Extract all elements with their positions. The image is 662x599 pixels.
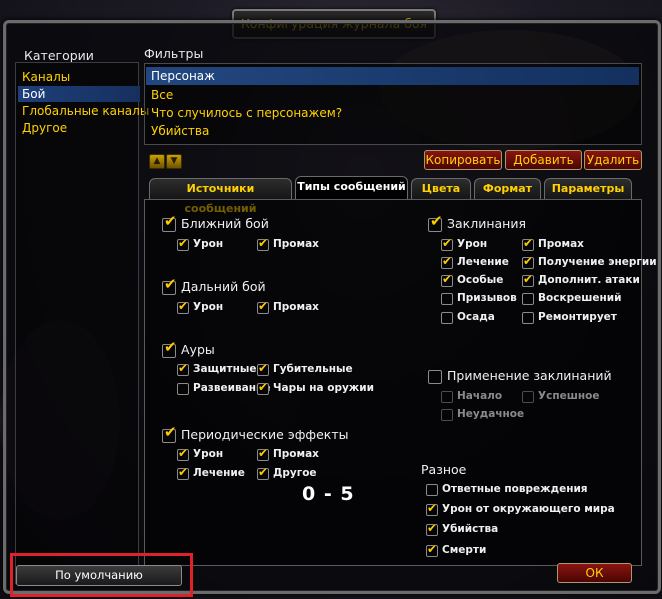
- ranged-miss-checkbox[interactable]: ✔: [257, 299, 269, 314]
- ranged-damage-checkbox[interactable]: ✔: [177, 299, 189, 314]
- auras-harmful-checkbox[interactable]: ✔: [257, 361, 269, 376]
- spells-energize-checkbox[interactable]: ✔: [522, 254, 534, 269]
- auras-weapon-enchant-label: Чары на оружии: [273, 382, 374, 394]
- tab-colors[interactable]: Цвета: [411, 178, 471, 199]
- ranged-damage-label: Урон: [193, 301, 224, 313]
- spells-siege-label: Осада: [457, 311, 495, 323]
- periodic-miss-label: Промах: [273, 448, 319, 460]
- filter-what-happened[interactable]: Что случилось с персонажем?: [151, 104, 342, 122]
- move-up-arrow-icon[interactable]: ▲: [149, 154, 165, 169]
- spells-siege-checkbox[interactable]: [441, 312, 453, 324]
- auras-dispel-checkbox[interactable]: [177, 383, 189, 395]
- melee-damage-label: Урон: [193, 238, 224, 250]
- spells-repairs-checkbox[interactable]: [522, 312, 534, 324]
- copy-button[interactable]: Копировать: [424, 150, 502, 170]
- tab-settings[interactable]: Параметры: [544, 178, 632, 199]
- spells-header: Заклинания: [447, 216, 526, 231]
- spells-miss-checkbox[interactable]: ✔: [522, 236, 534, 251]
- auras-weapon-enchant-checkbox[interactable]: ✔: [257, 380, 269, 395]
- periodic-healing-label: Лечение: [193, 467, 245, 479]
- move-down-arrow-icon[interactable]: ▼: [166, 154, 182, 169]
- spells-miss-label: Промах: [538, 238, 584, 250]
- spells-special-label: Особые: [457, 274, 504, 286]
- auras-header: Ауры: [181, 342, 215, 357]
- misc-kills-checkbox[interactable]: ✔: [426, 521, 438, 536]
- highlight-box: [10, 553, 193, 597]
- misc-kills-label: Убийства: [442, 523, 499, 535]
- spell-casting-success-checkbox[interactable]: [522, 391, 534, 403]
- tab-format[interactable]: Формат: [474, 178, 541, 199]
- spells-checkbox[interactable]: ✔: [428, 214, 443, 232]
- spells-repairs-label: Ремонтирует: [538, 311, 617, 323]
- spell-casting-start-label: Начало: [457, 390, 503, 402]
- periodic-other-label: Другое: [273, 467, 317, 479]
- spell-casting-failed-checkbox[interactable]: [441, 409, 453, 421]
- filters-list: Персонаж Все Что случилось с персонажем?…: [144, 63, 642, 145]
- tab-message-sources[interactable]: Источники сообщений: [149, 178, 292, 215]
- spells-summons-label: Призывов: [457, 292, 517, 304]
- category-other[interactable]: Другое: [22, 120, 67, 136]
- melee-checkbox[interactable]: ✔: [162, 214, 177, 232]
- ranged-miss-label: Промах: [273, 301, 319, 313]
- misc-environmental-checkbox[interactable]: ✔: [426, 501, 438, 516]
- spells-resurrects-checkbox[interactable]: [522, 293, 534, 305]
- add-button[interactable]: Добавить: [505, 150, 582, 170]
- melee-damage-checkbox[interactable]: ✔: [177, 236, 189, 251]
- melee-miss-label: Промах: [273, 238, 319, 250]
- category-channels[interactable]: Каналы: [22, 69, 70, 85]
- spells-energize-label: Получение энергии: [538, 256, 657, 268]
- periodic-miss-checkbox[interactable]: ✔: [257, 446, 269, 461]
- periodic-header: Периодические эффекты: [181, 427, 349, 442]
- misc-damage-shield-checkbox[interactable]: [426, 484, 438, 496]
- spells-summons-checkbox[interactable]: [441, 293, 453, 305]
- ranged-header: Дальний бой: [181, 279, 266, 294]
- auras-harmful-label: Губительные: [273, 363, 353, 375]
- spells-healing-checkbox[interactable]: ✔: [441, 254, 453, 269]
- spells-damage-checkbox[interactable]: ✔: [441, 236, 453, 251]
- periodic-checkbox[interactable]: ✔: [162, 425, 177, 443]
- spells-resurrects-label: Воскрешений: [538, 292, 622, 304]
- periodic-healing-checkbox[interactable]: ✔: [177, 465, 189, 480]
- overlay-range-text: 0 - 5: [302, 483, 355, 505]
- melee-miss-checkbox[interactable]: ✔: [257, 236, 269, 251]
- spell-casting-checkbox[interactable]: [428, 370, 442, 384]
- misc-header: Разное: [421, 462, 467, 477]
- misc-environmental-label: Урон от окружающего мира: [442, 503, 615, 515]
- categories-list: Каналы Бой Глобальные каналы Другое: [15, 62, 149, 584]
- periodic-damage-label: Урон: [193, 448, 224, 460]
- periodic-damage-checkbox[interactable]: ✔: [177, 446, 189, 461]
- spell-casting-failed-label: Неудачное: [457, 408, 525, 420]
- auras-protective-checkbox[interactable]: ✔: [177, 361, 189, 376]
- auras-protective-label: Защитные: [193, 363, 257, 375]
- auras-checkbox[interactable]: ✔: [162, 340, 177, 358]
- filter-all[interactable]: Все: [151, 86, 173, 104]
- ok-button[interactable]: ОК: [557, 563, 632, 583]
- category-combat[interactable]: Бой: [18, 86, 140, 102]
- melee-header: Ближний бой: [181, 216, 269, 231]
- misc-deaths-label: Смерти: [442, 544, 487, 556]
- delete-button[interactable]: Удалить: [584, 150, 642, 170]
- filters-header: Фильтры: [144, 46, 204, 61]
- spells-extra-attacks-label: Дополнит. атаки: [538, 274, 640, 286]
- filter-character[interactable]: Персонаж: [146, 67, 639, 85]
- categories-header: Категории: [24, 48, 94, 63]
- spells-special-checkbox[interactable]: ✔: [441, 272, 453, 287]
- ranged-checkbox[interactable]: ✔: [162, 277, 177, 295]
- spell-casting-success-label: Успешное: [538, 390, 600, 402]
- spells-extra-attacks-checkbox[interactable]: ✔: [522, 272, 534, 287]
- spell-casting-header: Применение заклинаний: [447, 368, 612, 383]
- spells-damage-label: Урон: [457, 238, 488, 250]
- spell-casting-start-checkbox[interactable]: [441, 391, 453, 403]
- filter-kills[interactable]: Убийства: [151, 122, 209, 140]
- misc-damage-shield-label: Ответные повреждения: [442, 483, 588, 495]
- category-global-channels[interactable]: Глобальные каналы: [22, 103, 149, 119]
- spells-healing-label: Лечение: [457, 256, 509, 268]
- periodic-other-checkbox[interactable]: ✔: [257, 465, 269, 480]
- misc-deaths-checkbox[interactable]: ✔: [426, 542, 438, 557]
- tab-message-types[interactable]: Типы сообщений: [295, 176, 408, 199]
